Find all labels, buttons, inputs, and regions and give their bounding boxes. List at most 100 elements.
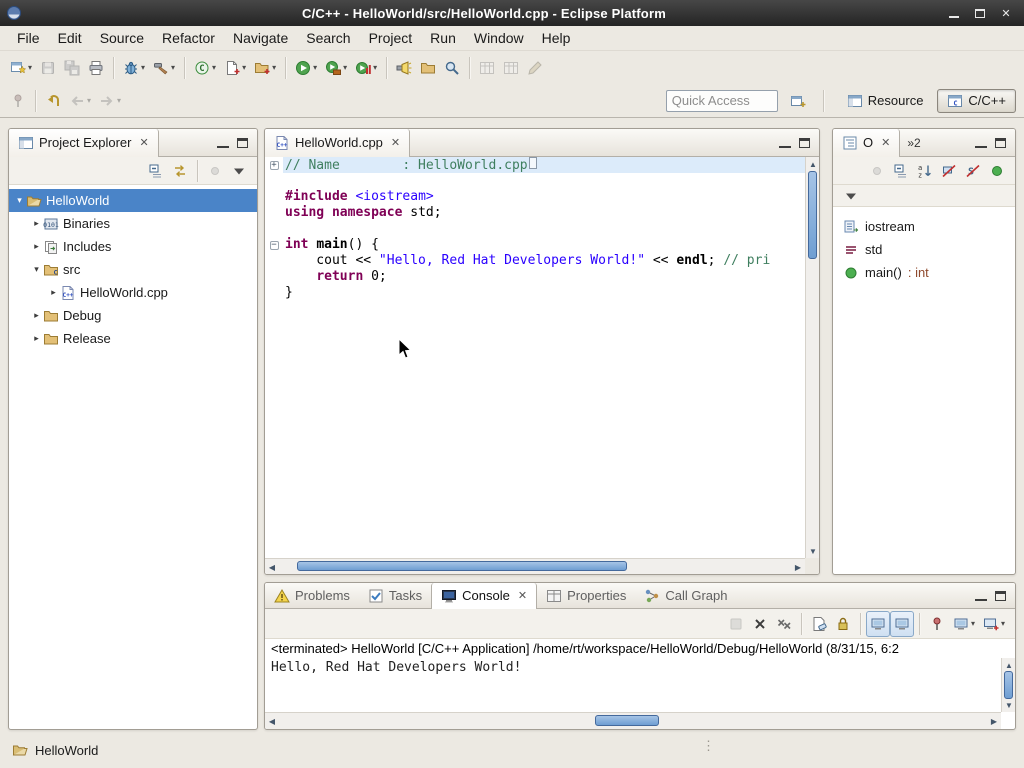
new-wizard-button[interactable]: ▾ bbox=[6, 55, 36, 81]
show-stderr-button[interactable] bbox=[890, 611, 914, 637]
menu-search[interactable]: Search bbox=[297, 27, 359, 49]
hidden-tabs-indicator[interactable]: »2 bbox=[900, 136, 927, 150]
build-button[interactable]: ▾ bbox=[149, 55, 179, 81]
run-button[interactable]: ▾ bbox=[291, 55, 321, 81]
dropdown-caret-icon[interactable]: ▾ bbox=[141, 63, 145, 72]
tree-item-helloworld-cpp[interactable]: ▸C++HelloWorld.cpp bbox=[9, 281, 257, 304]
scroll-left-icon[interactable]: ◀ bbox=[265, 714, 279, 728]
perspective-resource-button[interactable]: Resource bbox=[837, 89, 934, 113]
open-console-button[interactable]: ▾ bbox=[979, 611, 1009, 637]
menu-run[interactable]: Run bbox=[421, 27, 465, 49]
menu-source[interactable]: Source bbox=[91, 27, 153, 49]
clear-console-button[interactable] bbox=[807, 611, 831, 637]
minimize-view-button[interactable] bbox=[975, 591, 987, 601]
twisty-icon[interactable]: ▸ bbox=[30, 333, 43, 344]
dropdown-caret-icon[interactable]: ▾ bbox=[242, 63, 246, 72]
minimize-window-button[interactable] bbox=[946, 5, 962, 21]
tab-outline[interactable]: O ✕ bbox=[833, 129, 900, 157]
menu-refactor[interactable]: Refactor bbox=[153, 27, 224, 49]
code-area[interactable]: +// Name : HelloWorld.cpp #include <iostr… bbox=[265, 157, 805, 558]
menu-window[interactable]: Window bbox=[465, 27, 533, 49]
menu-project[interactable]: Project bbox=[360, 27, 422, 49]
maximize-view-button[interactable] bbox=[995, 591, 1006, 601]
menu-navigate[interactable]: Navigate bbox=[224, 27, 297, 49]
tree-item-debug[interactable]: ▸Debug bbox=[9, 304, 257, 327]
tab-properties[interactable]: Properties bbox=[537, 583, 635, 609]
show-stdout-button[interactable] bbox=[866, 611, 890, 637]
dropdown-caret-icon[interactable]: ▾ bbox=[971, 619, 975, 628]
twisty-icon[interactable]: ▸ bbox=[30, 310, 43, 321]
sash-handle[interactable]: ⋮ bbox=[702, 738, 715, 754]
scroll-right-icon[interactable]: ▶ bbox=[987, 714, 1001, 728]
scrollbar-thumb[interactable] bbox=[1004, 671, 1013, 699]
sort-button[interactable]: az bbox=[913, 158, 937, 184]
view-menu-button[interactable] bbox=[839, 183, 863, 209]
twisty-icon[interactable]: ▸ bbox=[47, 287, 60, 298]
maximize-window-button[interactable] bbox=[972, 5, 988, 21]
dropdown-caret-icon[interactable]: ▾ bbox=[373, 63, 377, 72]
minimize-view-button[interactable] bbox=[975, 138, 987, 148]
scroll-down-icon[interactable]: ▼ bbox=[1002, 698, 1016, 712]
profile-button[interactable]: ▾ bbox=[351, 55, 381, 81]
scrollbar-thumb[interactable] bbox=[595, 715, 659, 726]
menu-help[interactable]: Help bbox=[533, 27, 580, 49]
scroll-right-icon[interactable]: ▶ bbox=[791, 560, 805, 574]
outline-item-std[interactable]: std bbox=[833, 238, 1015, 261]
tab-problems[interactable]: Problems bbox=[265, 583, 359, 609]
tab-call-graph[interactable]: Call Graph bbox=[635, 583, 736, 609]
new-cpp-project-button[interactable]: ▾ bbox=[250, 55, 280, 81]
code-line-9[interactable]: } bbox=[265, 285, 805, 301]
scroll-up-icon[interactable]: ▲ bbox=[806, 157, 820, 171]
pin-console-button[interactable] bbox=[925, 611, 949, 637]
code-line-3[interactable]: #include <iostream> bbox=[265, 189, 805, 205]
tab-project-explorer[interactable]: Project Explorer ✕ bbox=[9, 129, 159, 157]
debug-button[interactable]: ▾ bbox=[119, 55, 149, 81]
tab-console[interactable]: Console✕ bbox=[431, 583, 537, 609]
close-view-icon[interactable]: ✕ bbox=[518, 589, 527, 602]
perspective-cpp-button[interactable]: CC/C++ bbox=[937, 89, 1016, 113]
maximize-view-button[interactable] bbox=[799, 138, 810, 148]
menu-edit[interactable]: Edit bbox=[49, 27, 91, 49]
scroll-left-icon[interactable]: ◀ bbox=[265, 560, 279, 574]
collapse-all-button[interactable] bbox=[889, 158, 913, 184]
dropdown-caret-icon[interactable]: ▾ bbox=[272, 63, 276, 72]
titlebar[interactable]: C/C++ - HelloWorld/src/HelloWorld.cpp - … bbox=[0, 0, 1024, 26]
twisty-icon[interactable]: ▾ bbox=[13, 195, 26, 206]
quick-access-input[interactable] bbox=[666, 90, 778, 112]
fold-expand-icon[interactable]: + bbox=[265, 157, 283, 173]
external-tools-button[interactable]: ▾ bbox=[321, 55, 351, 81]
print-button[interactable] bbox=[84, 55, 108, 81]
tree-item-src[interactable]: ▾Csrc bbox=[9, 258, 257, 281]
last-edit-location-button[interactable] bbox=[41, 88, 65, 114]
code-line-2[interactable] bbox=[265, 173, 805, 189]
outline-item-iostream[interactable]: iostream bbox=[833, 215, 1015, 238]
hide-static-button[interactable]: S bbox=[961, 158, 985, 184]
dropdown-caret-icon[interactable]: ▾ bbox=[343, 63, 347, 72]
new-cpp-file-button[interactable]: ▾ bbox=[220, 55, 250, 81]
editor-vertical-scrollbar[interactable]: ▲ ▼ bbox=[805, 157, 819, 558]
menu-file[interactable]: File bbox=[8, 27, 49, 49]
tree-item-release[interactable]: ▸Release bbox=[9, 327, 257, 350]
open-perspective-button[interactable] bbox=[786, 88, 810, 114]
tree-item-binaries[interactable]: ▸0101Binaries bbox=[9, 212, 257, 235]
new-cpp-class-button[interactable]: C▾ bbox=[190, 55, 220, 81]
open-element-button[interactable] bbox=[392, 55, 416, 81]
remove-launch-button[interactable] bbox=[748, 611, 772, 637]
fold-collapse-icon[interactable]: − bbox=[265, 237, 283, 253]
dropdown-caret-icon[interactable]: ▾ bbox=[87, 96, 91, 105]
twisty-icon[interactable]: ▾ bbox=[30, 264, 43, 275]
tree-item-includes[interactable]: ▸Includes bbox=[9, 235, 257, 258]
console-horizontal-scrollbar[interactable]: ◀ ▶ bbox=[265, 712, 1001, 729]
scrollbar-thumb[interactable] bbox=[297, 561, 627, 571]
console-output[interactable]: Hello, Red Hat Developers World! bbox=[265, 658, 1001, 712]
dropdown-caret-icon[interactable]: ▾ bbox=[171, 63, 175, 72]
display-selected-console-button[interactable]: ▾ bbox=[949, 611, 979, 637]
scroll-down-icon[interactable]: ▼ bbox=[806, 544, 820, 558]
code-line-1[interactable]: +// Name : HelloWorld.cpp bbox=[265, 157, 805, 173]
remove-all-terminated-button[interactable] bbox=[772, 611, 796, 637]
minimize-view-button[interactable] bbox=[217, 138, 229, 148]
maximize-view-button[interactable] bbox=[237, 138, 248, 148]
dropdown-caret-icon[interactable]: ▾ bbox=[117, 96, 121, 105]
outline-item-main[interactable]: main() : int bbox=[833, 261, 1015, 284]
minimize-view-button[interactable] bbox=[779, 138, 791, 148]
